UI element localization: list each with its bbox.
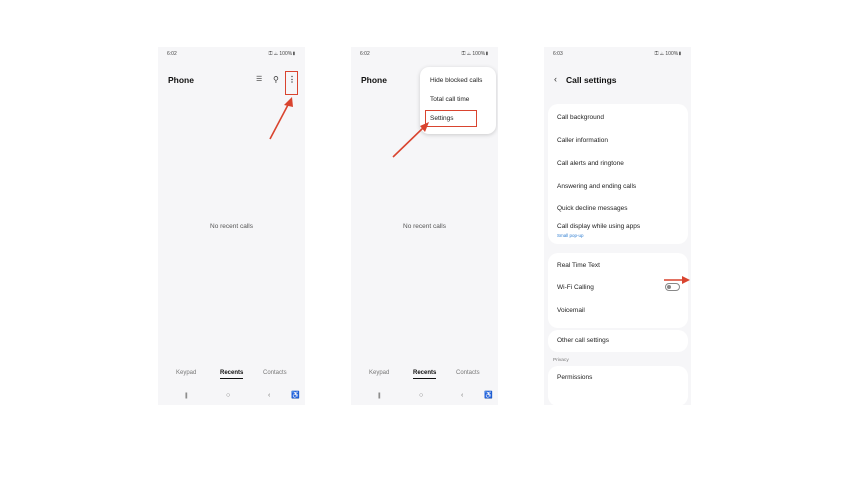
status-right: ⚿ ◬ 100%▮	[268, 51, 296, 57]
highlight-more-options	[285, 71, 298, 95]
menu-item-total-call-time[interactable]: Total call time	[430, 96, 469, 103]
setting-caller-information[interactable]: Caller information	[557, 137, 608, 144]
setting-wifi-calling[interactable]: Wi-Fi Calling	[557, 284, 594, 291]
tab-recents[interactable]: Recents	[413, 370, 437, 379]
tab-contacts[interactable]: Contacts	[456, 370, 480, 376]
status-right: ⚿ ◬ 100%▮	[654, 51, 682, 57]
filter-icon[interactable]: ☰	[256, 75, 262, 84]
tab-recents[interactable]: Recents	[220, 370, 244, 379]
toggle-knob	[667, 285, 671, 289]
system-navbar: ||| ○ ‹ ♿	[351, 391, 498, 401]
back-arrow-icon[interactable]: ‹	[554, 75, 557, 84]
back-icon[interactable]: ‹	[268, 391, 270, 401]
empty-state-text: No recent calls	[210, 223, 253, 230]
recent-apps-icon[interactable]: |||	[185, 391, 188, 401]
phone-screen-menu: 6:02 ⚿ ◬ 100%▮ Phone Hide blocked calls …	[351, 47, 498, 405]
accessibility-icon[interactable]: ♿	[484, 391, 493, 401]
status-bar: 6:02 ⚿ ◬ 100%▮	[158, 51, 305, 59]
bottom-tabs: Keypad Recents Contacts	[158, 370, 305, 379]
menu-item-hide-blocked-calls[interactable]: Hide blocked calls	[430, 77, 482, 84]
setting-call-display-while-using-apps[interactable]: Call display while using apps	[557, 223, 640, 230]
page-title: Call settings	[566, 75, 617, 85]
accessibility-icon[interactable]: ♿	[291, 391, 300, 401]
setting-call-background[interactable]: Call background	[557, 114, 604, 121]
home-icon[interactable]: ○	[226, 391, 230, 401]
page-title: Phone	[361, 75, 387, 85]
setting-call-display-subtext: Small pop-up	[557, 233, 584, 238]
settings-group-other: Other call settings	[548, 330, 688, 352]
section-label-privacy: Privacy	[553, 358, 569, 363]
status-time: 6:03	[553, 51, 563, 57]
setting-call-alerts-ringtone[interactable]: Call alerts and ringtone	[557, 160, 624, 167]
back-icon[interactable]: ‹	[461, 391, 463, 401]
tab-contacts[interactable]: Contacts	[263, 370, 287, 376]
setting-real-time-text[interactable]: Real Time Text	[557, 262, 600, 269]
settings-group-call: Call background Caller information Call …	[548, 104, 688, 244]
home-icon[interactable]: ○	[419, 391, 423, 401]
phone-screen-recents: 6:02 ⚿ ◬ 100%▮ Phone ☰ ⚲ ⋮ No recent cal…	[158, 47, 305, 405]
settings-group-privacy: Permissions	[548, 366, 688, 405]
highlight-settings	[425, 110, 477, 127]
setting-voicemail[interactable]: Voicemail	[557, 307, 585, 314]
setting-answering-ending-calls[interactable]: Answering and ending calls	[557, 183, 636, 190]
tab-keypad[interactable]: Keypad	[369, 370, 389, 376]
wifi-calling-toggle[interactable]	[665, 283, 680, 291]
annotation-arrow-icon	[269, 97, 293, 140]
page-title: Phone	[168, 75, 194, 85]
search-icon[interactable]: ⚲	[273, 75, 279, 84]
setting-permissions[interactable]: Permissions	[557, 374, 592, 381]
bottom-tabs: Keypad Recents Contacts	[351, 370, 498, 379]
status-right: ⚿ ◬ 100%▮	[461, 51, 489, 57]
status-bar: 6:03 ⚿ ◬ 100%▮	[544, 51, 691, 59]
tab-keypad[interactable]: Keypad	[176, 370, 196, 376]
status-time: 6:02	[360, 51, 370, 57]
system-navbar: ||| ○ ‹ ♿	[158, 391, 305, 401]
phone-screen-call-settings: 6:03 ⚿ ◬ 100%▮ ‹ Call settings Call back…	[544, 47, 691, 405]
status-bar: 6:02 ⚿ ◬ 100%▮	[351, 51, 498, 59]
recent-apps-icon[interactable]: |||	[378, 391, 381, 401]
setting-quick-decline-messages[interactable]: Quick decline messages	[557, 205, 627, 212]
status-time: 6:02	[167, 51, 177, 57]
setting-other-call-settings[interactable]: Other call settings	[557, 337, 609, 344]
empty-state-text: No recent calls	[403, 223, 446, 230]
